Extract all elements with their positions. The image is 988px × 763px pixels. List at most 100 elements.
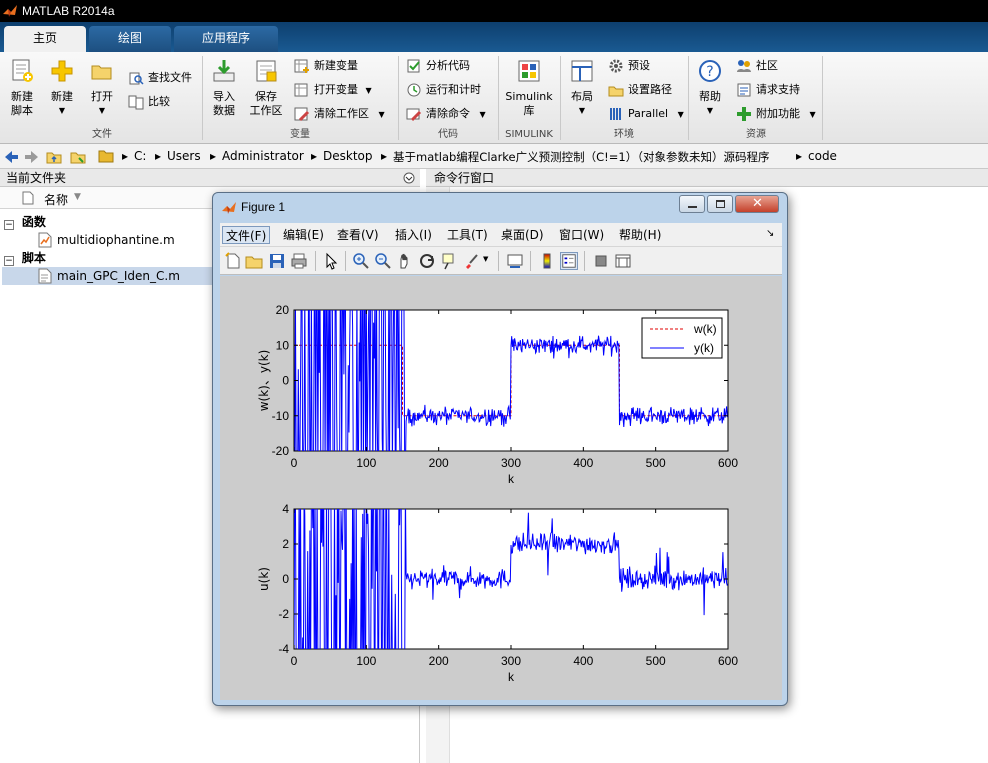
clear-workspace-button[interactable]: 清除工作区 ▼ [292, 104, 385, 124]
new-variable-button[interactable]: 新建变量 [292, 56, 358, 76]
menu-tools[interactable]: 工具(T) [444, 226, 491, 244]
x-tick-label: 300 [501, 654, 521, 668]
name-column-header[interactable]: 名称 [44, 191, 68, 208]
compare-button[interactable]: 比较 [126, 92, 170, 112]
menu-view[interactable]: 查看(V) [334, 226, 382, 244]
link-plot-icon[interactable] [506, 252, 524, 270]
menu-edit[interactable]: 编辑(E) [280, 226, 327, 244]
crumb-c[interactable]: C: [134, 149, 146, 163]
toolbar-divider [315, 251, 316, 271]
data-cursor-icon[interactable] [440, 252, 458, 270]
parallel-dropdown-icon: ▼ [677, 110, 684, 119]
set-path-icon [608, 86, 624, 97]
add-ons-button[interactable]: 附加功能 ▼ [734, 104, 816, 124]
code-group-label: 代码 [438, 129, 458, 140]
simulink-library-button[interactable]: Simulink 库 [502, 58, 556, 118]
x-tick-label: 100 [356, 456, 376, 470]
menu-help[interactable]: 帮助(H) [616, 226, 664, 244]
up-folder-icon[interactable] [46, 149, 62, 165]
simulink-group-label: SIMULINK [505, 129, 553, 140]
menu-file[interactable]: 文件(F) [222, 226, 271, 244]
set-path-button[interactable]: 设置路径 [606, 80, 672, 100]
crumb-users[interactable]: Users [167, 149, 201, 163]
scripts-label: 脚本 [21, 251, 46, 265]
address-bar: ▸ C: ▸ Users ▸ Administrator ▸ Desktop ▸… [0, 144, 988, 169]
help-button[interactable]: ? 帮助 ▼ [692, 58, 728, 118]
y-tick-label: -10 [272, 409, 290, 423]
analyze-code-button[interactable]: 分析代码 [404, 56, 470, 76]
find-files-icon [129, 72, 144, 85]
command-window-header: 命令行窗口 [426, 169, 988, 187]
run-and-time-icon [407, 83, 421, 97]
close-button[interactable]: ✕ [735, 195, 779, 213]
add-ons-icon [737, 107, 751, 121]
crumb-desktop[interactable]: Desktop [323, 149, 373, 163]
clear-commands-button[interactable]: 清除命令 ▼ [404, 104, 486, 124]
open-file-icon[interactable] [245, 252, 263, 270]
legend-label: y(k) [694, 341, 714, 355]
menu-insert[interactable]: 插入(I) [392, 226, 435, 244]
maximize-button[interactable] [707, 195, 733, 213]
crumb-project-folder[interactable]: 基于matlab编程Clarke广义预测控制（C!=1）（对象参数未知）源码程序 [393, 149, 769, 165]
zoom-in-icon[interactable] [352, 252, 370, 270]
figure-canvas: 0 100 200 300 400 500 600 -20 -10 0 10 20 k w(k)、y(k)… [220, 276, 782, 700]
app-title: MATLAB R2014a [22, 4, 115, 18]
new-figure-icon[interactable] [224, 252, 242, 270]
back-icon[interactable] [3, 149, 19, 165]
browse-folder-icon[interactable] [70, 149, 86, 165]
dock-arrow-icon[interactable]: ↘ [766, 228, 774, 239]
brush-icon[interactable] [462, 252, 480, 270]
new-script-button[interactable]: 新建 脚本 [4, 58, 40, 118]
minimize-icon [688, 206, 697, 208]
x-tick-label: 0 [291, 654, 298, 668]
pan-hand-icon[interactable] [396, 252, 414, 270]
panel-actions-icon[interactable] [403, 172, 415, 184]
community-icon [737, 60, 751, 72]
community-button[interactable]: 社区 [734, 56, 778, 76]
layout-button[interactable]: 布局 ▼ [564, 58, 600, 118]
open-button[interactable]: 打开 ▼ [84, 58, 120, 118]
clear-commands-icon [406, 108, 422, 122]
y-tick-label: -20 [272, 444, 290, 458]
simulink-icon [518, 60, 540, 82]
forward-icon[interactable] [24, 149, 40, 165]
group-scripts[interactable]: − 脚本 [4, 249, 46, 267]
help-dropdown-icon: ▼ [706, 106, 714, 115]
zoom-out-icon[interactable] [374, 252, 392, 270]
pointer-icon[interactable] [322, 252, 340, 270]
crumb-code[interactable]: code [808, 149, 837, 163]
request-support-button[interactable]: 请求支持 [734, 80, 800, 100]
x-tick-label: 300 [501, 456, 521, 470]
import-data-button[interactable]: 导入 数据 [206, 58, 242, 118]
menu-desktop[interactable]: 桌面(D) [498, 226, 547, 244]
show-plot-tools-icon[interactable] [614, 252, 632, 270]
tab-plots[interactable]: 绘图 [89, 26, 171, 52]
hide-plot-tools-icon[interactable] [592, 252, 610, 270]
figure-title-bar[interactable]: Figure 1 ✕ [213, 193, 787, 221]
menu-window[interactable]: 窗口(W) [556, 226, 607, 244]
group-functions[interactable]: − 函数 [4, 213, 46, 231]
crumb-administrator[interactable]: Administrator [222, 149, 304, 163]
environment-group-label: 环境 [614, 129, 634, 140]
tab-apps[interactable]: 应用程序 [174, 26, 278, 52]
rotate-3d-icon[interactable] [418, 252, 436, 270]
minimize-button[interactable] [679, 195, 705, 213]
open-variable-button[interactable]: 打开变量 ▼ [292, 80, 372, 100]
file-item[interactable]: multidiophantine.m [38, 231, 175, 249]
new-button[interactable]: 新建 ▼ [44, 58, 80, 118]
save-workspace-button[interactable]: 保存 工作区 [246, 58, 286, 118]
brush-dropdown-icon[interactable]: ▼ [483, 255, 488, 263]
x-axis-label: k [508, 472, 515, 486]
preferences-button[interactable]: 预设 [606, 56, 650, 76]
colorbar-icon[interactable] [538, 252, 556, 270]
run-and-time-button[interactable]: 运行和计时 [404, 80, 481, 100]
tab-home[interactable]: 主页 [4, 26, 86, 52]
legend-icon[interactable] [560, 252, 578, 270]
parallel-button[interactable]: Parallel ▼ [606, 104, 684, 124]
run-and-time-label: 运行和计时 [426, 83, 481, 96]
print-icon[interactable] [290, 252, 308, 270]
request-support-label: 请求支持 [756, 83, 800, 96]
find-files-button[interactable]: 查找文件 [126, 68, 192, 88]
y-tick-label: 10 [276, 338, 290, 352]
save-icon[interactable] [268, 252, 286, 270]
